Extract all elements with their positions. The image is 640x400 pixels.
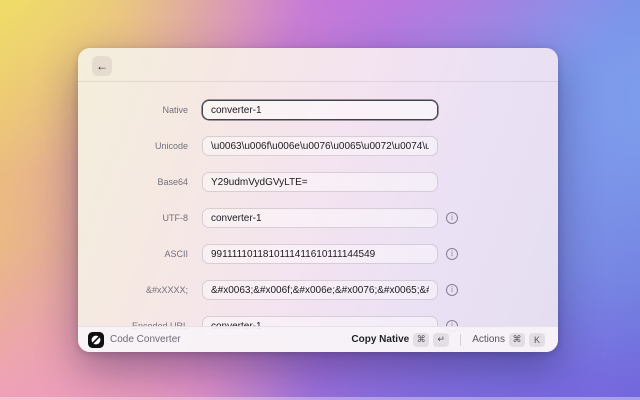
actions-button[interactable]: Actions ⌘ K: [469, 331, 548, 349]
actions-label: Actions: [472, 334, 505, 345]
copy-native-label: Copy Native: [351, 334, 410, 345]
field-row-base64: Base64: [78, 172, 558, 192]
utf8-input[interactable]: [202, 208, 438, 228]
field-label: UTF-8: [162, 213, 189, 223]
unicode-input[interactable]: [202, 136, 438, 156]
return-key-icon: ↵: [433, 332, 450, 347]
copy-native-button[interactable]: Copy Native ⌘ ↵: [348, 331, 452, 349]
field-label: ASCII: [164, 249, 188, 259]
field-label: Base64: [157, 177, 188, 187]
cmd-key-icon: ⌘: [509, 332, 525, 347]
field-row-unicode: Unicode: [78, 136, 558, 156]
k-key-icon: K: [529, 332, 545, 347]
field-row-hex-entity: &#xXXXX; i: [78, 280, 558, 300]
code-converter-app-icon: [88, 331, 104, 348]
footer-divider: [460, 333, 462, 346]
field-label: &#xXXXX;: [145, 285, 188, 295]
extension-name: Code Converter: [110, 334, 181, 345]
field-row-ascii: ASCII i: [78, 244, 558, 264]
action-bar: Code Converter Copy Native ⌘ ↵ Actions ⌘…: [78, 326, 558, 352]
field-label: Unicode: [154, 141, 188, 151]
field-label: Native: [162, 105, 188, 115]
desktop-background: ← Native Unicode Base64 UTF-8 i ASCII i …: [0, 0, 640, 400]
back-button[interactable]: ←: [92, 56, 112, 76]
hex-entity-input[interactable]: [202, 280, 438, 300]
code-converter-window: ← Native Unicode Base64 UTF-8 i ASCII i …: [78, 48, 558, 352]
footer-shortcuts: Copy Native ⌘ ↵ Actions ⌘ K: [348, 331, 548, 349]
ascii-input[interactable]: [202, 244, 438, 264]
base64-input[interactable]: [202, 172, 438, 192]
window-header: ←: [78, 48, 558, 82]
info-icon[interactable]: i: [446, 248, 458, 260]
native-input[interactable]: [202, 100, 438, 120]
info-icon[interactable]: i: [446, 284, 458, 296]
field-row-utf8: UTF-8 i: [78, 208, 558, 228]
cmd-key-icon: ⌘: [413, 332, 430, 347]
field-row-native: Native: [78, 100, 558, 120]
back-arrow-icon: ←: [96, 59, 108, 73]
info-icon[interactable]: i: [446, 212, 458, 224]
